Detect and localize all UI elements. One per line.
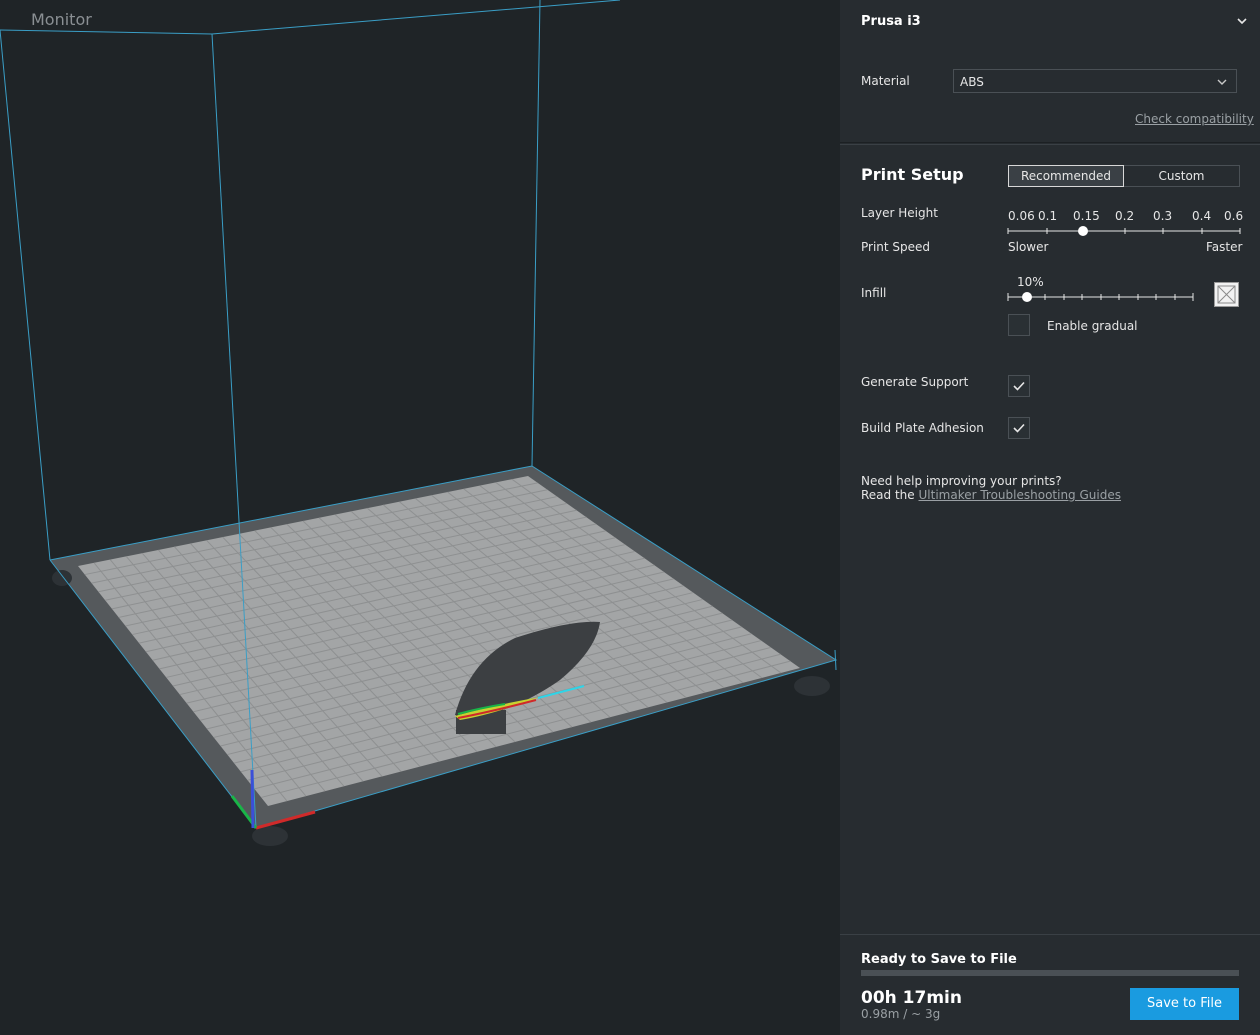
chevron-down-icon[interactable] <box>1236 15 1252 31</box>
layer-tick: 0.1 <box>1038 209 1058 223</box>
slower-label: Slower <box>1008 240 1049 254</box>
infill-handle <box>1022 292 1032 302</box>
material-amount: 0.98m / ~ 3g <box>861 1007 941 1021</box>
save-status-section: Ready to Save to File 00h 17min 0.98m / … <box>840 934 1260 1035</box>
check-compatibility-link[interactable]: Check compatibility <box>1135 112 1254 126</box>
monitor-stage-label[interactable]: Monitor <box>31 10 92 29</box>
print-setup-section: Print Setup Recommended Custom Layer Hei… <box>840 144 1260 930</box>
printer-section: Prusa i3 Material ABS Check compatibilit… <box>840 0 1260 143</box>
print-time: 00h 17min <box>861 988 962 1008</box>
checkmark-icon <box>1013 381 1025 391</box>
infill-value: 10% <box>1017 275 1044 289</box>
troubleshooting-guides-link[interactable]: Ultimaker Troubleshooting Guides <box>919 488 1121 502</box>
faster-label: Faster <box>1206 240 1243 254</box>
infill-pattern-icon <box>1214 282 1239 307</box>
build-volume-scene[interactable] <box>0 0 840 1034</box>
tab-recommended[interactable]: Recommended <box>1008 165 1124 187</box>
printer-name[interactable]: Prusa i3 <box>861 14 921 29</box>
help-text: Need help improving your prints? Read th… <box>861 474 1121 502</box>
tab-custom[interactable]: Custom <box>1124 165 1240 187</box>
3d-viewport[interactable]: Monitor <box>0 0 840 1034</box>
enable-gradual-checkbox[interactable] <box>1008 314 1030 336</box>
plate-foot <box>794 676 830 696</box>
plate-foot <box>52 570 72 586</box>
print-speed-label: Print Speed <box>861 240 931 254</box>
build-plate-adhesion-checkbox[interactable] <box>1008 417 1030 439</box>
infill-slider[interactable] <box>1006 289 1196 305</box>
checkmark-icon <box>1013 423 1025 433</box>
help-prefix: Read the <box>861 488 915 502</box>
layer-tick: 0.6 <box>1224 209 1244 223</box>
layer-height-slider[interactable] <box>1006 223 1242 239</box>
status-title: Ready to Save to File <box>861 952 1017 967</box>
material-label: Material <box>861 74 910 88</box>
material-value: ABS <box>960 75 984 89</box>
layer-tick: 0.15 <box>1073 209 1100 223</box>
progress-bar <box>861 970 1239 976</box>
layer-height-handle <box>1078 226 1088 236</box>
save-to-file-button[interactable]: Save to File <box>1130 988 1239 1020</box>
material-select[interactable]: ABS <box>953 69 1237 93</box>
chevron-down-icon <box>1217 79 1227 85</box>
help-line-2: Read the Ultimaker Troubleshooting Guide… <box>861 488 1121 502</box>
layer-tick: 0.2 <box>1115 209 1135 223</box>
enable-gradual-label: Enable gradual <box>1047 319 1138 333</box>
z-axis <box>250 769 255 829</box>
layer-tick: 0.3 <box>1153 209 1173 223</box>
infill-label: Infill <box>861 286 887 300</box>
build-plate-surface <box>78 476 800 806</box>
help-line-1: Need help improving your prints? <box>861 474 1062 488</box>
print-setup-title: Print Setup <box>861 165 964 184</box>
layer-tick: 0.4 <box>1192 209 1212 223</box>
generate-support-checkbox[interactable] <box>1008 375 1030 397</box>
layer-height-label: Layer Height <box>861 206 938 220</box>
build-plate-adhesion-label: Build Plate Adhesion <box>861 421 984 435</box>
settings-sidebar: Prusa i3 Material ABS Check compatibilit… <box>840 0 1260 1035</box>
generate-support-label: Generate Support <box>861 375 969 389</box>
layer-tick: 0.06 <box>1008 209 1035 223</box>
